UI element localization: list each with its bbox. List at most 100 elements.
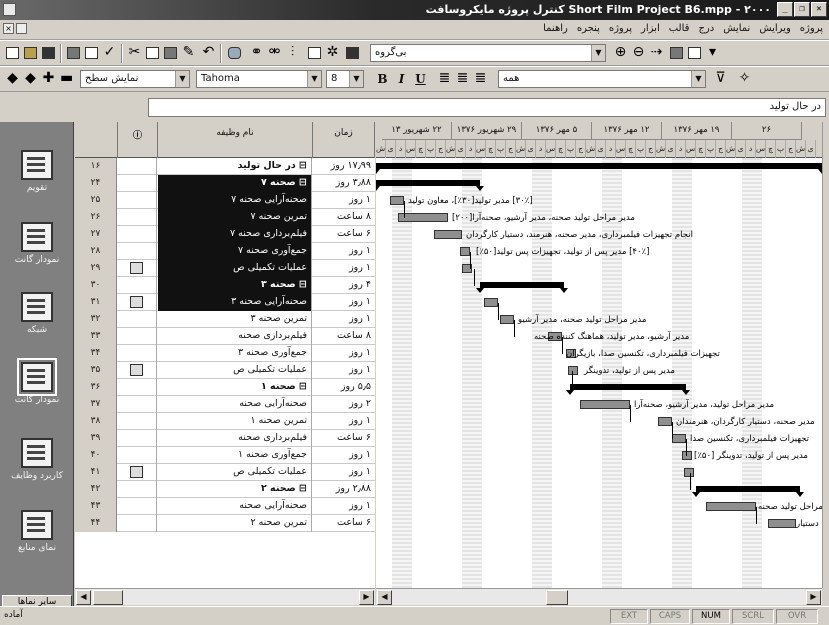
row-id[interactable]: ۱۶	[75, 158, 117, 175]
task-name-cell[interactable]: ⊟ صحنه ۱	[158, 379, 312, 396]
duration-cell[interactable]: ۶ ساعت	[313, 430, 375, 447]
duration-cell[interactable]: ۲ روز	[313, 396, 375, 413]
table-row[interactable]: ۴۲ ⊟ صحنه ۲ ۲٫۸۸ روز	[75, 481, 375, 498]
table-row[interactable]: ۳۳ فیلم‌برداری صحنه ۸ ساعت	[75, 328, 375, 345]
task-bar[interactable]	[658, 417, 672, 426]
row-id[interactable]: ۳۲	[75, 311, 117, 328]
save-button[interactable]	[40, 45, 57, 61]
gantt-horizontal-scrollbar[interactable]: ◀ ▶	[376, 588, 822, 605]
row-id[interactable]: ۴۴	[75, 515, 117, 532]
duration-cell[interactable]: ۱ روز	[313, 345, 375, 362]
row-id[interactable]: ۲۶	[75, 209, 117, 226]
task-name-cell[interactable]: عملیات تکمیلی ص	[158, 464, 312, 481]
task-name-cell[interactable]: ⊟ صحنه ۳	[158, 277, 312, 294]
task-name-cell[interactable]: ⊟ صحنه ۲	[158, 481, 312, 498]
table-row[interactable]: ۳۰ ⊟ صحنه ۳۴ روز	[75, 277, 375, 294]
duration-cell[interactable]: ۱ روز	[313, 464, 375, 481]
task-name-cell[interactable]: فیلم‌برداری صحنه	[158, 328, 312, 345]
paste-button[interactable]	[162, 45, 179, 61]
hide-subtasks-button[interactable]: ▬	[58, 71, 75, 87]
scroll-right-icon[interactable]: ▶	[806, 590, 821, 605]
view-gantt[interactable]: نمودار گانت	[4, 222, 70, 266]
menu-item-tools[interactable]: ابزار	[641, 23, 660, 34]
sheet-horizontal-scrollbar[interactable]: ◀ ▶	[75, 588, 375, 605]
view-task-usage[interactable]: کاربرد وظایف	[4, 438, 70, 482]
print-button[interactable]	[65, 45, 82, 61]
table-row[interactable]: ۴۴ تمرین صحنه ۲۶ ساعت	[75, 515, 375, 532]
task-name-cell[interactable]: فیلم‌برداری صحنه	[158, 430, 312, 447]
table-row[interactable]: ۴۳ صحنه‌آرایی صحنه ۱ روز	[75, 498, 375, 515]
minimize-button[interactable]: _	[777, 2, 793, 17]
split-task-button[interactable]: ⫶	[284, 45, 301, 61]
group-by-combo[interactable]: بی‌گروه ▼	[370, 44, 606, 62]
row-id[interactable]: ۲۸	[75, 243, 117, 260]
table-row[interactable]: ۳۶ ⊟ صحنه ۱ ۵٫۵ روز	[75, 379, 375, 396]
duration-cell[interactable]: ۱ روز	[313, 311, 375, 328]
task-name-cell[interactable]: جمع‌آوری صحنه ۳	[158, 345, 312, 362]
duration-cell[interactable]: ۱ روز	[313, 243, 375, 260]
indicator-header[interactable]: ⓘ	[118, 122, 158, 158]
row-id[interactable]: ۲۹	[75, 260, 117, 277]
duration-cell[interactable]: ۲٫۸۸ روز	[313, 481, 375, 498]
row-id[interactable]: ۳۱	[75, 294, 117, 311]
summary-bar[interactable]	[376, 180, 484, 191]
copy-picture-button[interactable]	[668, 45, 685, 61]
view-resource[interactable]: نمای منابع	[4, 510, 70, 554]
entry-field[interactable]: در حال تولید	[148, 98, 826, 117]
scroll-thumb[interactable]	[93, 590, 123, 605]
table-row[interactable]: ۲۸ جمع‌آوری صحنه ۷۱ روز	[75, 243, 375, 260]
assign-resources-button[interactable]	[344, 45, 361, 61]
table-row[interactable]: ۴۱ عملیات تکمیلی ص۱ روز	[75, 464, 375, 481]
table-row[interactable]: ۳۷ صحنه‌آرایی صحنه ۲ روز	[75, 396, 375, 413]
unlink-tasks-button[interactable]: ⚮	[266, 45, 283, 61]
scroll-right-icon[interactable]: ▶	[359, 590, 374, 605]
note-indicator-icon[interactable]	[130, 296, 143, 308]
table-row[interactable]: ۴۰ جمع‌آوری صحنه ۱۱ روز	[75, 447, 375, 464]
task-name-cell[interactable]: صحنه‌آرایی صحنه ۷	[158, 192, 312, 209]
format-painter-button[interactable]: ✎	[180, 45, 197, 61]
row-id[interactable]: ۴۲	[75, 481, 117, 498]
duration-cell[interactable]: ۳٫۸۸ روز	[313, 175, 375, 192]
view-network[interactable]: شبکه	[4, 292, 70, 336]
row-id[interactable]: ۳۹	[75, 430, 117, 447]
scroll-thumb[interactable]	[546, 590, 568, 605]
duration-cell[interactable]: ۵٫۵ روز	[313, 379, 375, 396]
scroll-left-icon[interactable]: ◀	[76, 590, 91, 605]
duration-cell[interactable]: ۶ ساعت	[313, 515, 375, 532]
task-bar[interactable]	[580, 400, 630, 409]
table-row[interactable]: ۲۴ ⊟ صحنه ۷ ۳٫۸۸ روز	[75, 175, 375, 192]
align-left-button[interactable]: ≣	[472, 71, 489, 87]
duration-header[interactable]: زمان	[313, 122, 375, 158]
task-bar[interactable]	[484, 298, 498, 307]
summary-bar[interactable]	[476, 282, 568, 293]
task-name-cell[interactable]: ⊟ در حال تولید	[158, 158, 312, 175]
duration-cell[interactable]: ۶ ساعت	[313, 226, 375, 243]
maximize-button[interactable]: ❐	[794, 2, 810, 17]
view-calendar[interactable]: تقویم	[4, 150, 70, 194]
spelling-button[interactable]: ✓	[101, 45, 118, 61]
task-bar[interactable]	[434, 230, 462, 239]
goto-task-button[interactable]: ⇢	[648, 45, 665, 61]
table-row[interactable]: ۳۹ فیلم‌برداری صحنه ۶ ساعت	[75, 430, 375, 447]
table-row[interactable]: ۳۲ تمرین صحنه ۳۱ روز	[75, 311, 375, 328]
row-id[interactable]: ۲۵	[75, 192, 117, 209]
task-bar[interactable]	[672, 434, 686, 443]
table-row[interactable]: ۲۵ صحنه‌آرایی صحنه ۷۱ روز	[75, 192, 375, 209]
table-row[interactable]: ۳۸ تمرین صحنه ۱۱ روز	[75, 413, 375, 430]
task-bar[interactable]	[768, 519, 796, 528]
scroll-left-icon[interactable]: ◀	[377, 590, 392, 605]
task-name-cell[interactable]: جمع‌آوری صحنه ۱	[158, 447, 312, 464]
note-indicator-icon[interactable]	[130, 364, 143, 376]
task-info-button[interactable]	[306, 45, 323, 61]
chevron-down-icon[interactable]: ▼	[307, 71, 321, 87]
menu-item-insert[interactable]: درج	[698, 23, 714, 34]
row-id[interactable]: ۲۴	[75, 175, 117, 192]
summary-bar[interactable]	[376, 163, 822, 174]
duration-cell[interactable]: ۱ روز	[313, 294, 375, 311]
zoom-in-button[interactable]: ⊕	[612, 45, 629, 61]
menu-item-help[interactable]: راهنما	[543, 23, 568, 34]
underline-button[interactable]: U	[412, 71, 429, 87]
outdent-button[interactable]: ◆	[4, 71, 21, 87]
insert-hyperlink-button[interactable]	[226, 45, 243, 61]
duration-cell[interactable]: ۱ روز	[313, 260, 375, 277]
